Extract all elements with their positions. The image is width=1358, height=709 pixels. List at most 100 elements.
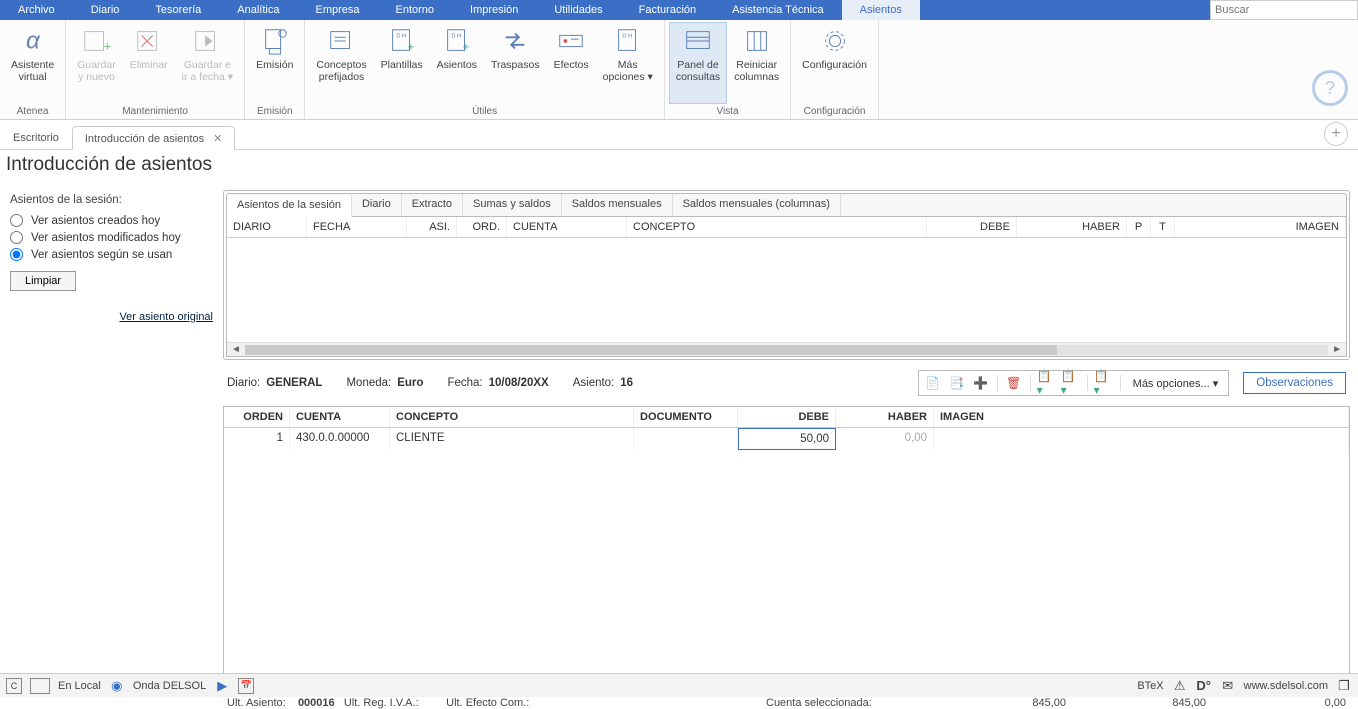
eliminar-button[interactable]: Eliminar — [123, 22, 175, 104]
reiniciar-columnas-button[interactable]: Reiniciar columnas — [727, 22, 786, 104]
cell-debe[interactable]: 50,00 — [738, 428, 836, 450]
menu-utilidades[interactable]: Utilidades — [536, 0, 620, 20]
col2-orden[interactable]: ORDEN — [224, 407, 290, 427]
menu-analitica[interactable]: Analítica — [219, 0, 297, 20]
calendar-icon[interactable]: 📅 — [238, 678, 254, 694]
search-box[interactable] — [1210, 0, 1358, 20]
tb-mas-opciones[interactable]: Más opciones... ▾ — [1127, 377, 1225, 390]
col-fecha[interactable]: FECHA — [307, 217, 407, 237]
limpiar-button[interactable]: Limpiar — [10, 271, 76, 291]
session-section-label: Asientos de la sesión: — [10, 194, 213, 206]
col-debe[interactable]: DEBE — [927, 217, 1017, 237]
subtab-saldos-mensuales[interactable]: Saldos mensuales — [562, 194, 673, 216]
emision-button[interactable]: Emisión — [249, 22, 300, 104]
menu-impresion[interactable]: Impresión — [452, 0, 536, 20]
col-ord[interactable]: ORD. — [457, 217, 507, 237]
subtab-diario[interactable]: Diario — [352, 194, 402, 216]
menu-asientos[interactable]: Asientos — [842, 0, 920, 20]
cell-concepto[interactable]: CLIENTE — [390, 428, 634, 450]
group-atenea: Atenea — [4, 104, 61, 119]
subtab-saldos-columnas[interactable]: Saldos mensuales (columnas) — [673, 194, 841, 216]
h-scrollbar[interactable]: ◄ ► — [227, 342, 1346, 356]
close-icon[interactable]: ✕ — [213, 133, 222, 145]
col2-haber[interactable]: HABER — [836, 407, 934, 427]
main: Asientos de la sesión: Ver asientos crea… — [0, 186, 1358, 709]
tb-new-icon[interactable]: 📄 — [923, 373, 943, 393]
menu-asistencia[interactable]: Asistencia Técnica — [714, 0, 842, 20]
col2-documento[interactable]: DOCUMENTO — [634, 407, 738, 427]
col-p[interactable]: P — [1127, 217, 1151, 237]
signal-icon[interactable]: ◉ — [109, 678, 125, 694]
menu-empresa[interactable]: Empresa — [297, 0, 377, 20]
svg-text:+: + — [104, 38, 112, 53]
col2-concepto[interactable]: CONCEPTO — [390, 407, 634, 427]
col2-cuenta[interactable]: CUENTA — [290, 407, 390, 427]
guardar-nuevo-button[interactable]: + Guardar y nuevo — [70, 22, 123, 104]
mas-opciones-icon: D H — [612, 25, 644, 57]
status-url[interactable]: www.sdelsol.com — [1244, 680, 1328, 692]
tb-add-icon[interactable]: ➕ — [971, 373, 991, 393]
col-diario[interactable]: DIARIO — [227, 217, 307, 237]
warn-icon[interactable]: ⚠ — [1172, 678, 1188, 694]
configuracion-button[interactable]: Configuración — [795, 22, 874, 104]
tab-introduccion[interactable]: Introducción de asientos ✕ — [72, 126, 236, 150]
table-row[interactable]: 1 430.0.0.00000 CLIENTE 50,00 0,00 — [224, 428, 1349, 450]
help-icon: ? — [1325, 78, 1335, 99]
observaciones-button[interactable]: Observaciones — [1243, 372, 1346, 394]
cell-cuenta[interactable]: 430.0.0.00000 — [290, 428, 390, 450]
session-grid-body[interactable] — [227, 238, 1346, 342]
col-concepto[interactable]: CONCEPTO — [627, 217, 927, 237]
help-button[interactable]: ? — [1312, 70, 1348, 106]
scroll-left-icon[interactable]: ◄ — [231, 344, 241, 355]
radio-segun-usan[interactable]: Ver asientos según se usan — [10, 248, 213, 261]
status-c-icon[interactable]: C — [6, 678, 22, 694]
cell-imagen[interactable] — [934, 428, 1349, 450]
radio-creados-hoy[interactable]: Ver asientos creados hoy — [10, 214, 213, 227]
tb-doc2-icon[interactable]: 📋▾ — [1061, 373, 1081, 393]
d-icon[interactable]: D° — [1196, 678, 1212, 694]
efectos-button[interactable]: Efectos — [547, 22, 596, 104]
tb-doc3-icon[interactable]: 📋▾ — [1094, 373, 1114, 393]
panel-consultas-button[interactable]: Panel de consultas — [669, 22, 727, 104]
subtab-sumas[interactable]: Sumas y saldos — [463, 194, 562, 216]
scroll-thumb[interactable] — [245, 345, 1057, 355]
cell-haber[interactable]: 0,00 — [836, 428, 934, 450]
status-box-icon[interactable] — [30, 678, 50, 694]
info-row: Diario: GENERAL Moneda: Euro Fecha: 10/0… — [223, 360, 1350, 406]
radio-modificados-hoy[interactable]: Ver asientos modificados hoy — [10, 231, 213, 244]
group-mantenimiento: Mantenimiento — [70, 104, 240, 119]
col-imagen[interactable]: IMAGEN — [1175, 217, 1346, 237]
menu-archivo[interactable]: Archivo — [0, 0, 73, 20]
asientos-button[interactable]: D H+ Asientos — [430, 22, 484, 104]
search-input[interactable] — [1215, 4, 1353, 16]
plantillas-button[interactable]: D H+ Plantillas — [374, 22, 430, 104]
tb-delete-icon[interactable]: 🗑 — [1004, 373, 1024, 393]
menu-tesoreria[interactable]: Tesorería — [137, 0, 219, 20]
asistente-virtual-button[interactable]: α Asistente virtual — [4, 22, 61, 104]
menu-diario[interactable]: Diario — [73, 0, 138, 20]
mas-opciones-button[interactable]: D H Más opciones ▾ — [596, 22, 660, 104]
col2-imagen[interactable]: IMAGEN — [934, 407, 1349, 427]
scroll-right-icon[interactable]: ► — [1332, 344, 1342, 355]
col2-debe[interactable]: DEBE — [738, 407, 836, 427]
window-icon[interactable]: ❐ — [1336, 678, 1352, 694]
tb-dup-icon[interactable]: 📑 — [947, 373, 967, 393]
tb-doc1-icon[interactable]: 📋▾ — [1037, 373, 1057, 393]
cell-documento[interactable] — [634, 428, 738, 450]
subtab-sesion[interactable]: Asientos de la sesión — [227, 195, 352, 217]
col-t[interactable]: T — [1151, 217, 1175, 237]
subtab-extracto[interactable]: Extracto — [402, 194, 463, 216]
menu-facturacion[interactable]: Facturación — [621, 0, 714, 20]
tab-escritorio[interactable]: Escritorio — [0, 126, 72, 149]
col-cuenta[interactable]: CUENTA — [507, 217, 627, 237]
mail-icon[interactable]: ✉ — [1220, 678, 1236, 694]
col-asi[interactable]: ASI. — [407, 217, 457, 237]
play-icon[interactable]: ▶ — [214, 678, 230, 694]
menu-entorno[interactable]: Entorno — [378, 0, 453, 20]
traspasos-button[interactable]: Traspasos — [484, 22, 547, 104]
add-tab-button[interactable]: + — [1324, 122, 1348, 146]
guardar-ir-fecha-button[interactable]: Guardar e ir a fecha ▾ — [175, 22, 240, 104]
col-haber[interactable]: HABER — [1017, 217, 1127, 237]
ver-asiento-original-link[interactable]: Ver asiento original — [119, 311, 213, 323]
conceptos-button[interactable]: Conceptos prefijados — [309, 22, 373, 104]
